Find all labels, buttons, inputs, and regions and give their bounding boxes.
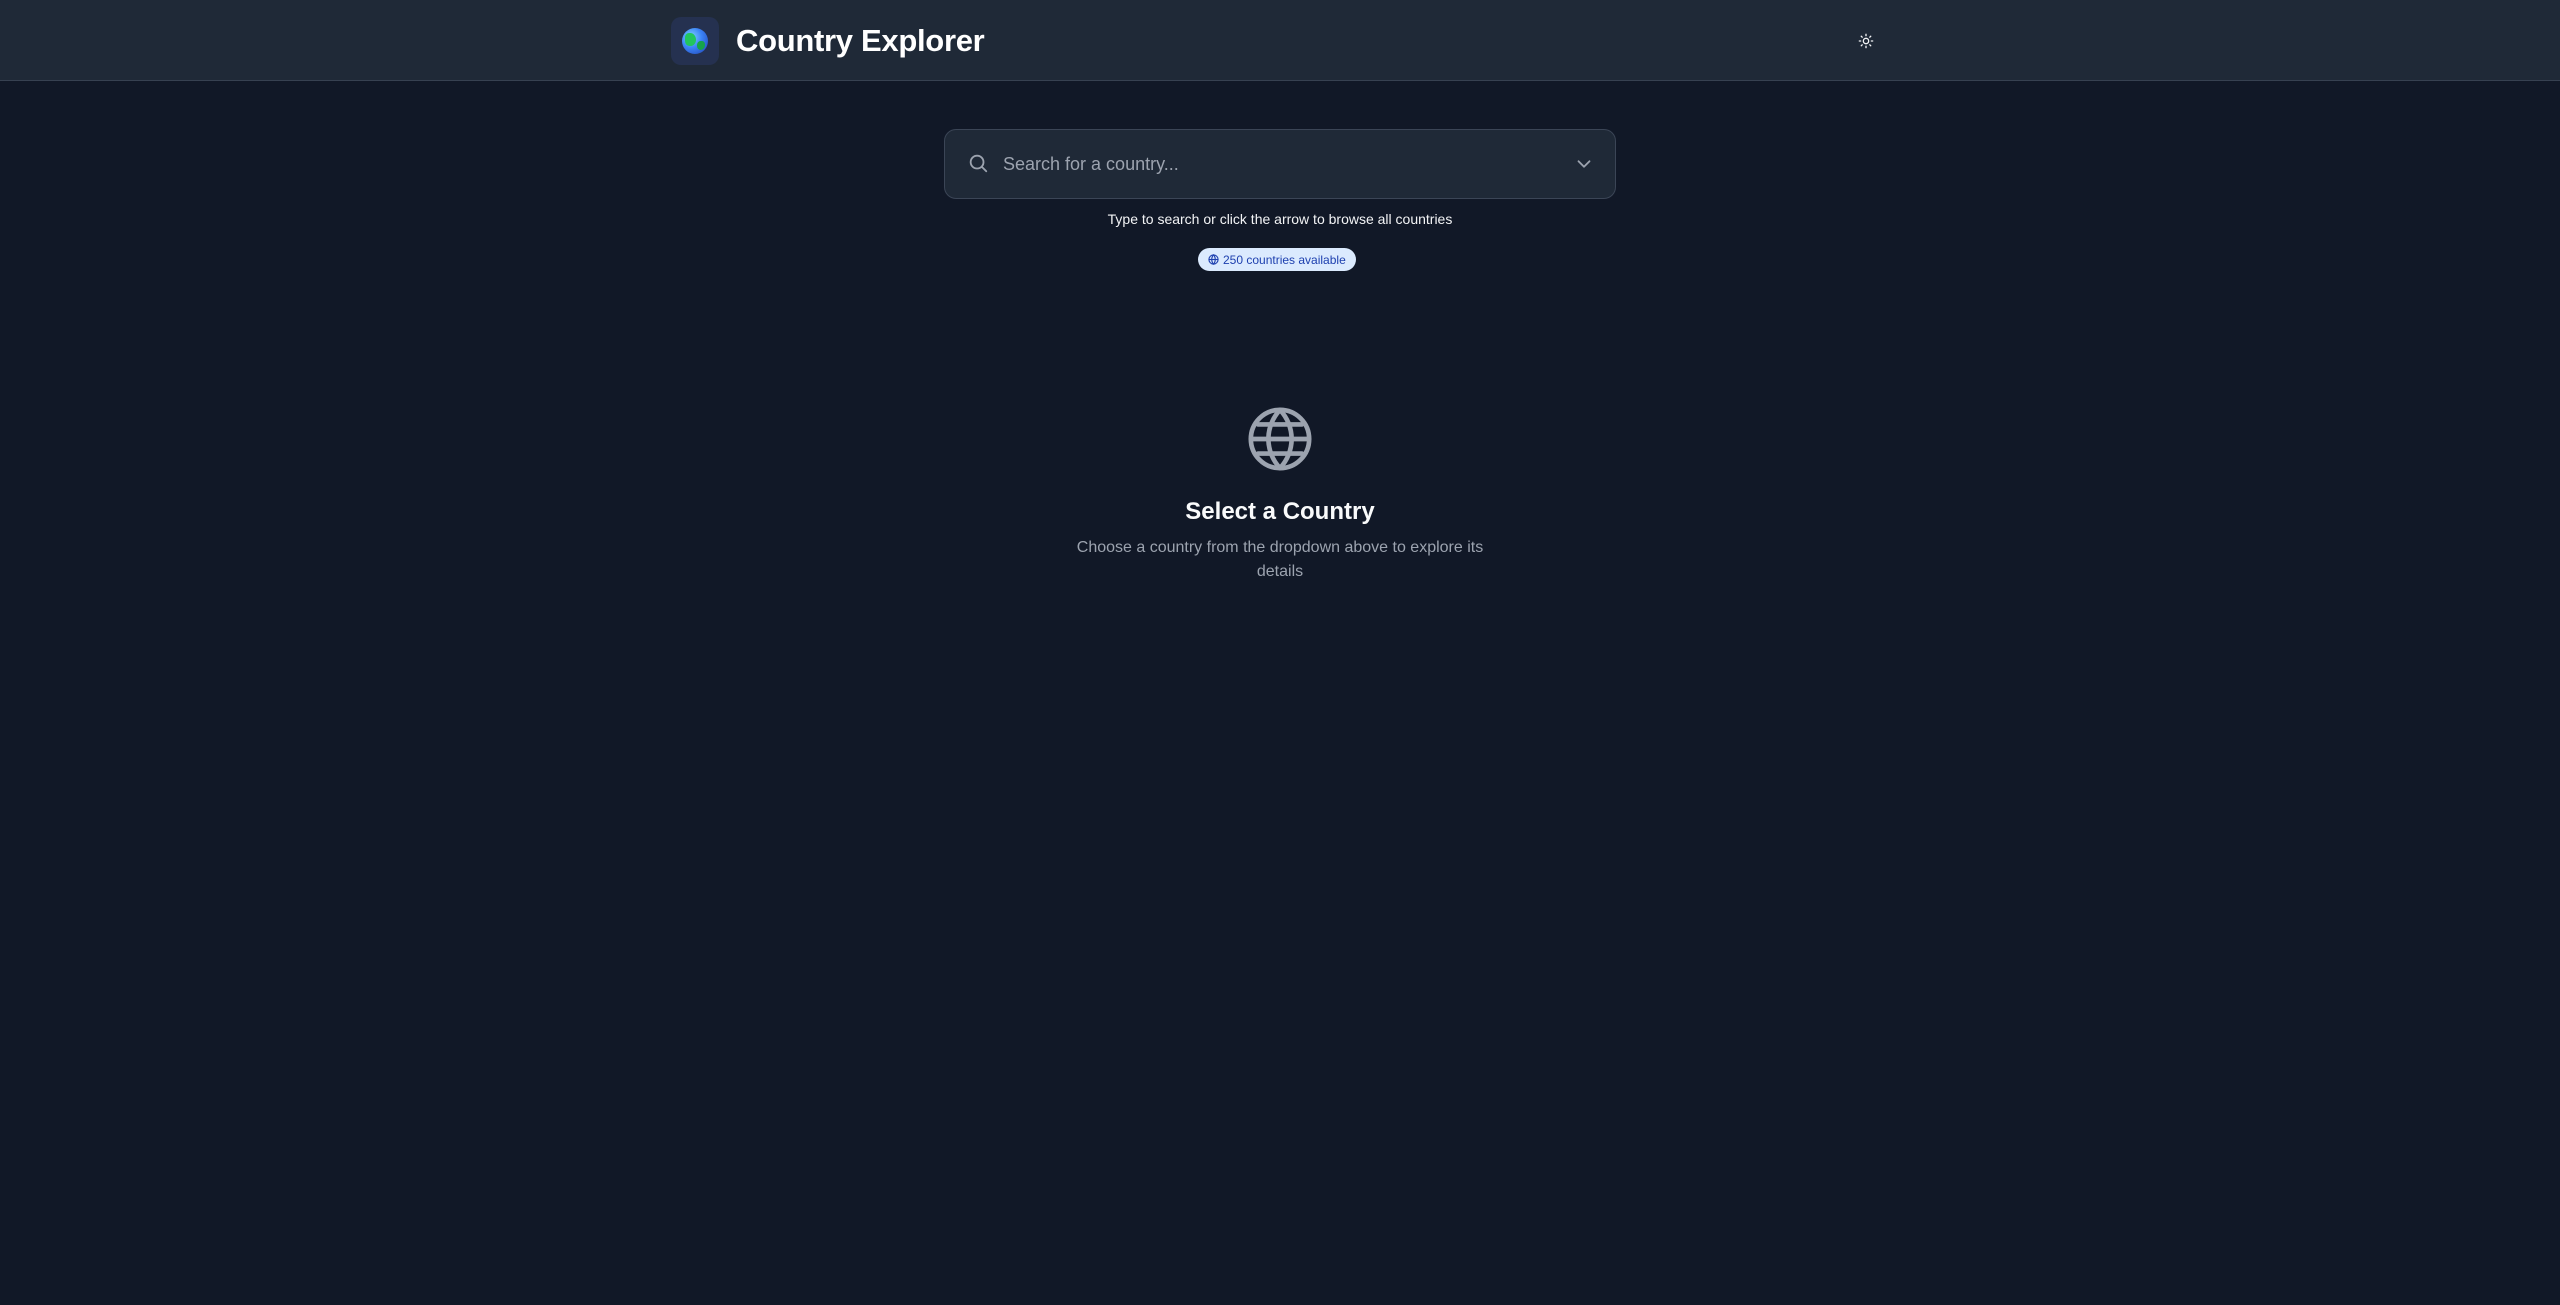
chevron-down-icon[interactable]: [1573, 153, 1595, 175]
countries-count-badge: 250 countries available: [1198, 248, 1356, 271]
empty-state: Select a Country Choose a country from t…: [1030, 400, 1530, 584]
country-search-box[interactable]: [944, 129, 1616, 199]
app-title: Country Explorer: [736, 23, 985, 58]
empty-state-title: Select a Country: [1185, 498, 1375, 525]
search-input[interactable]: [1001, 130, 1561, 198]
theme-toggle-button[interactable]: [1851, 26, 1881, 56]
search-icon: [969, 154, 988, 173]
empty-state-description: Choose a country from the dropdown above…: [1076, 539, 1484, 580]
app-logo: [671, 17, 719, 65]
app-header: Country Explorer: [0, 0, 2560, 81]
search-hint: Type to search or click the arrow to bro…: [1107, 211, 1453, 227]
globe-emoji-icon: [682, 28, 708, 54]
badge-text: 250 countries available: [1223, 252, 1346, 267]
globe-icon: [1208, 254, 1219, 265]
sun-icon: [1858, 33, 1874, 49]
globe-icon: [1248, 407, 1312, 471]
